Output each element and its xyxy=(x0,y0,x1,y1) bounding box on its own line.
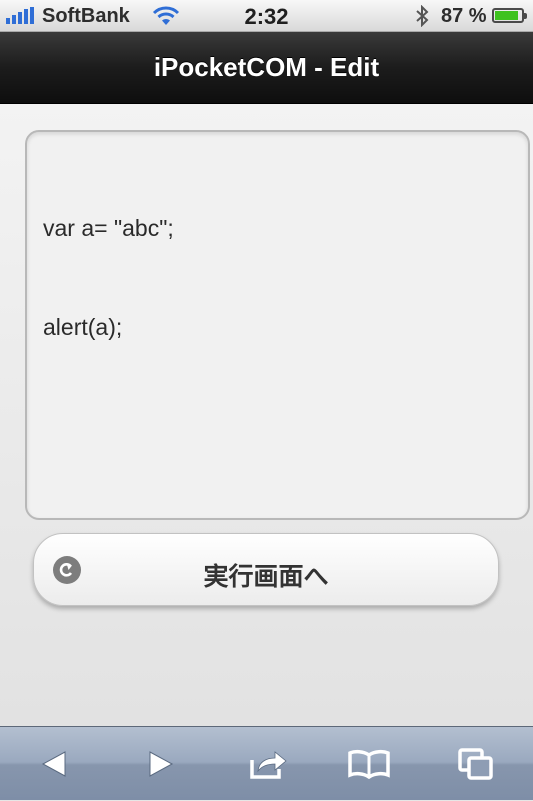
code-line: alert(a); xyxy=(43,314,123,340)
bookmarks-icon xyxy=(348,749,390,779)
battery-percentage: 87 % xyxy=(441,5,487,27)
code-line: var a= "abc"; xyxy=(43,215,174,241)
browser-toolbar xyxy=(0,726,533,800)
battery-icon xyxy=(492,8,527,23)
pages-button[interactable] xyxy=(446,727,506,801)
share-button[interactable] xyxy=(239,727,299,801)
header-bar: iPocketCOM - Edit xyxy=(0,32,533,104)
page-title: iPocketCOM - Edit xyxy=(153,52,380,82)
run-screen-button[interactable]: 実行画面へ xyxy=(33,533,499,606)
status-bar: SoftBank 2:32 87 % xyxy=(0,0,533,32)
pages-icon xyxy=(458,748,493,780)
forward-icon xyxy=(149,751,174,777)
code-editor-textarea[interactable]: var a= "abc"; alert(a); xyxy=(25,130,530,520)
main-content: var a= "abc"; alert(a); 実行画面へ xyxy=(0,104,533,726)
bluetooth-icon xyxy=(416,5,429,27)
forward-button[interactable] xyxy=(131,727,191,801)
run-screen-button-label: 実行画面へ xyxy=(203,563,329,591)
back-icon xyxy=(41,751,66,777)
bookmarks-button[interactable] xyxy=(339,727,399,801)
share-icon xyxy=(250,751,287,779)
back-button[interactable] xyxy=(24,727,84,801)
